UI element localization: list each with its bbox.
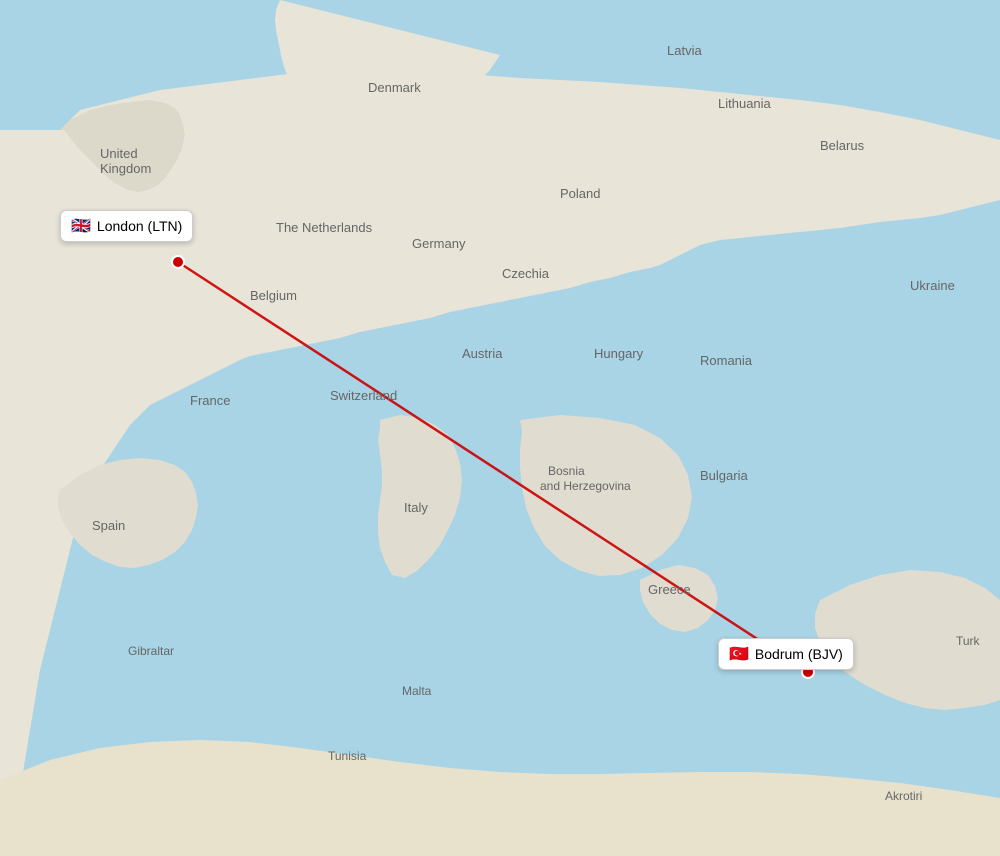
country-label-uk: United — [100, 146, 138, 161]
map-svg: United Kingdom Denmark Latvia Lithuania … — [0, 0, 1000, 856]
country-label-austria: Austria — [462, 346, 503, 361]
country-label-netherlands: The Netherlands — [276, 220, 373, 235]
country-label-germany: Germany — [412, 236, 466, 251]
country-label-bosnia: Bosnia — [548, 464, 585, 478]
country-label-gibraltar: Gibraltar — [128, 644, 174, 658]
country-label-czechia: Czechia — [502, 266, 550, 281]
country-label-turkey: Turk — [956, 634, 981, 648]
country-label-france: France — [190, 393, 230, 408]
country-label-hungary: Hungary — [594, 346, 644, 361]
country-label-spain: Spain — [92, 518, 125, 533]
country-label-italy: Italy — [404, 500, 428, 515]
bodrum-flag: 🇹🇷 — [729, 644, 749, 664]
country-label-belarus: Belarus — [820, 138, 865, 153]
country-label-latvia: Latvia — [667, 43, 702, 58]
country-label-denmark: Denmark — [368, 80, 421, 95]
map-container: United Kingdom Denmark Latvia Lithuania … — [0, 0, 1000, 856]
country-label-bosnia2: and Herzegovina — [540, 479, 631, 493]
bodrum-city-text: Bodrum (BJV) — [755, 646, 843, 662]
london-city-text: London (LTN) — [97, 218, 182, 234]
country-label-tunisia: Tunisia — [328, 749, 367, 763]
country-label-belgium: Belgium — [250, 288, 297, 303]
country-label-akrotiri: Akrotiri — [885, 789, 922, 803]
country-label-greece: Greece — [648, 582, 691, 597]
london-label: 🇬🇧 London (LTN) — [60, 210, 193, 242]
country-label-lithuania: Lithuania — [718, 96, 772, 111]
country-label-poland: Poland — [560, 186, 600, 201]
country-label-switzerland: Switzerland — [330, 388, 397, 403]
country-label-ukraine: Ukraine — [910, 278, 955, 293]
country-label-romania: Romania — [700, 353, 753, 368]
country-label-uk2: Kingdom — [100, 161, 151, 176]
country-label-malta: Malta — [402, 684, 432, 698]
bodrum-label: 🇹🇷 Bodrum (BJV) — [718, 638, 854, 670]
origin-dot — [172, 256, 184, 268]
country-label-bulgaria: Bulgaria — [700, 468, 748, 483]
london-flag: 🇬🇧 — [71, 216, 91, 236]
